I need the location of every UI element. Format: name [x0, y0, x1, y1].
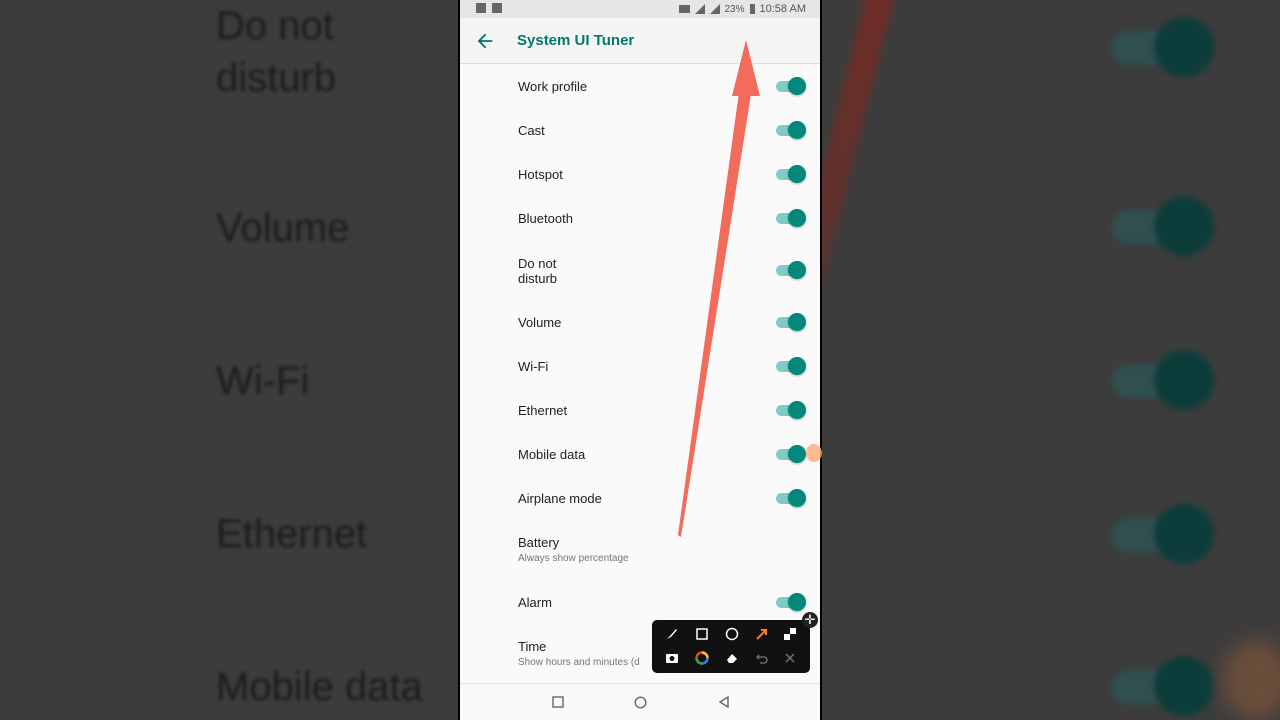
setting-label: Work profile: [518, 79, 588, 94]
setting-label: Hotspot: [518, 167, 563, 182]
camera-icon[interactable]: [663, 649, 681, 667]
setting-label: Wi-Fi: [518, 359, 549, 374]
arrow-icon[interactable]: [753, 625, 771, 643]
bg-toggle: [1112, 350, 1214, 410]
bg-label-mobile-data: Mobile data: [216, 665, 423, 709]
navigation-bar: [460, 683, 820, 720]
mosaic-icon[interactable]: [781, 625, 799, 643]
signal-icon-2: [709, 4, 720, 14]
bg-toggle: [1112, 656, 1214, 716]
setting-label: Do not disturb: [518, 256, 558, 286]
toggle-switch[interactable]: [776, 488, 806, 508]
setting-summary: Always show percentage: [518, 553, 629, 564]
bg-toggle: [1112, 17, 1214, 77]
setting-row-alarm[interactable]: Alarm: [460, 580, 820, 624]
setting-label: Bluetooth: [518, 211, 573, 226]
notification-icon: [476, 3, 486, 13]
toggle-switch[interactable]: [776, 76, 806, 96]
toggle-switch[interactable]: [776, 400, 806, 420]
signal-icon: [694, 4, 705, 14]
setting-label: Ethernet: [518, 403, 568, 418]
annotation-arrow-icon: [678, 40, 760, 537]
setting-label: Mobile data: [518, 447, 586, 462]
setting-label: Airplane mode: [518, 491, 602, 506]
back-arrow-icon[interactable]: [474, 30, 496, 52]
circle-icon[interactable]: [723, 625, 741, 643]
setting-label: Volume: [518, 315, 562, 330]
bg-label-wifi: Wi-Fi: [216, 359, 310, 403]
rectangle-icon[interactable]: [693, 625, 711, 643]
recents-icon[interactable]: [552, 696, 564, 708]
home-icon[interactable]: [634, 696, 647, 709]
toggle-switch[interactable]: [776, 356, 806, 376]
setting-summary: Show hours and minutes (d: [518, 657, 640, 668]
toggle-switch[interactable]: [776, 120, 806, 140]
toggle-switch[interactable]: [776, 164, 806, 184]
toggle-switch[interactable]: [776, 592, 806, 612]
blurred-background-left: Do not disturb Volume Wi-Fi Ethernet Mob…: [0, 0, 458, 720]
move-handle-icon[interactable]: ✛: [802, 612, 818, 628]
bg-toggle: [1112, 196, 1214, 256]
page-title: System UI Tuner: [517, 32, 635, 49]
bg-label-dnd: Do not disturb: [216, 4, 337, 100]
back-nav-icon[interactable]: [718, 696, 730, 708]
battery-icon: [749, 4, 755, 14]
setting-label: Time: [518, 639, 547, 654]
bg-label-volume: Volume: [216, 206, 350, 250]
bg-toggle: [1112, 504, 1214, 564]
undo-icon[interactable]: [753, 649, 771, 667]
color-wheel-icon[interactable]: [693, 649, 711, 667]
close-icon[interactable]: [781, 649, 799, 667]
clock: 10:58 AM: [759, 3, 806, 15]
setting-label: Cast: [518, 123, 545, 138]
status-bar: 23% 10:58 AM: [460, 0, 820, 18]
setting-label: Alarm: [518, 595, 552, 610]
toggle-switch[interactable]: [776, 312, 806, 332]
cast-icon: [678, 5, 690, 13]
battery-percent: 23%: [724, 3, 745, 15]
toggle-switch[interactable]: [776, 260, 806, 280]
brush-icon[interactable]: [663, 625, 681, 643]
eraser-icon[interactable]: [723, 649, 741, 667]
setting-label: Battery: [518, 535, 560, 550]
touch-indicator: [806, 444, 822, 462]
video-icon: [492, 3, 502, 13]
toggle-switch[interactable]: [776, 208, 806, 228]
bg-label-ethernet: Ethernet: [216, 512, 368, 556]
toggle-switch[interactable]: [776, 444, 806, 464]
annotation-toolbar: [652, 620, 810, 673]
blurred-background-right: [822, 0, 1280, 720]
